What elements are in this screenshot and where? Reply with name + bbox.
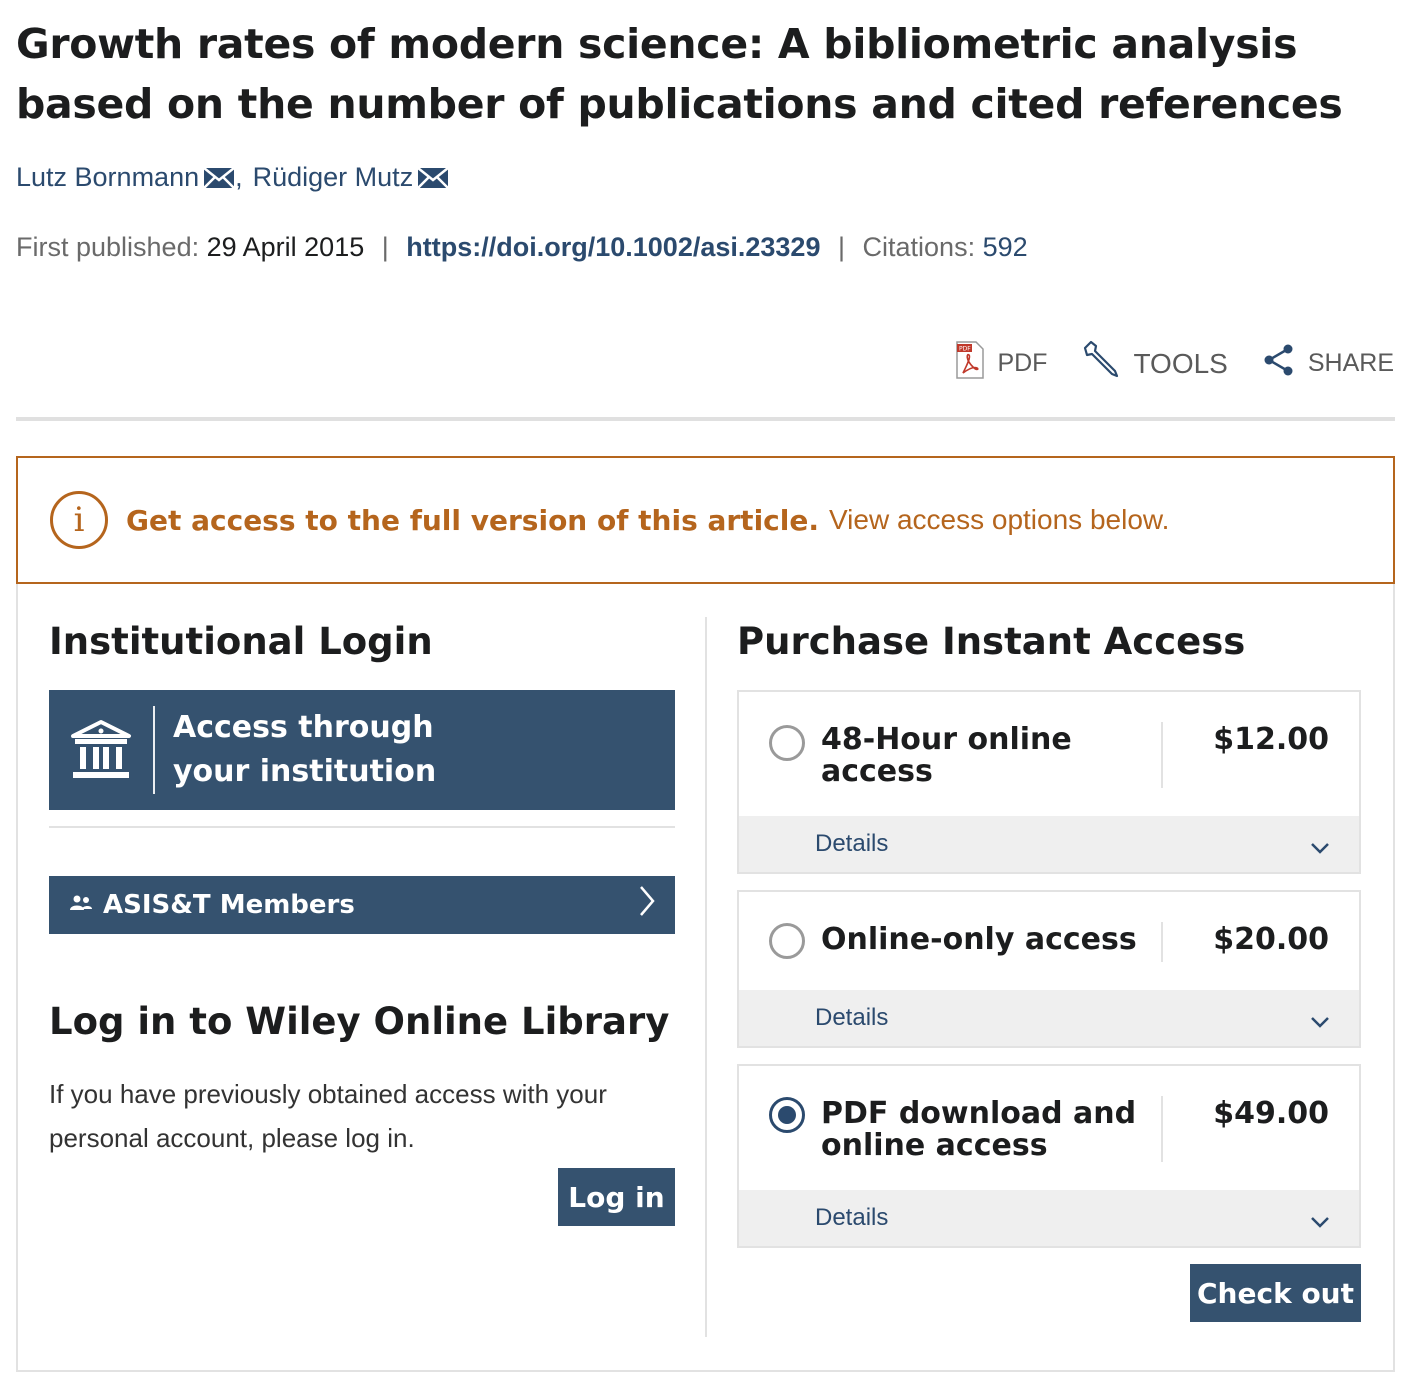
author-separator: , [235, 162, 243, 192]
pdf-label: PDF [997, 349, 1048, 377]
author-link[interactable]: Rüdiger Mutz [253, 162, 414, 193]
share-button[interactable]: SHARE [1262, 343, 1394, 384]
purchase-option[interactable]: 48-Hour online access $12.00 Details [737, 690, 1361, 874]
option-divider [1161, 722, 1163, 788]
share-icon [1262, 343, 1308, 384]
meta-separator: | [837, 232, 845, 262]
bank-icon [49, 690, 153, 810]
citations-count[interactable]: 592 [983, 232, 1028, 262]
asist-members-button[interactable]: ASIS&T Members [49, 876, 675, 934]
alert-light-text: View access options below. [829, 504, 1170, 535]
option-divider [1161, 1096, 1163, 1162]
wrench-icon [1081, 340, 1133, 387]
chevron-down-icon [1309, 834, 1331, 862]
left-divider [49, 826, 675, 828]
asist-members-label: ASIS&T Members [103, 890, 355, 920]
author-list: Lutz Bornmann , Rüdiger Mutz [16, 162, 450, 193]
option-radio[interactable] [769, 725, 805, 761]
author-link[interactable]: Lutz Bornmann [16, 162, 199, 193]
people-icon [69, 890, 93, 920]
option-name: Online-only access [821, 922, 1137, 957]
option-price: $20.00 [1213, 922, 1329, 957]
first-published-date: 29 April 2015 [206, 232, 365, 262]
tools-button[interactable]: TOOLS [1081, 340, 1228, 387]
info-icon: i [50, 491, 108, 549]
pdf-icon: PDF [955, 341, 997, 386]
share-label: SHARE [1307, 349, 1394, 377]
wiley-login-heading: Log in to Wiley Online Library [49, 1000, 670, 1043]
option-name: 48-Hour online access [821, 722, 1072, 789]
option-divider [1161, 922, 1163, 962]
access-through-institution-button[interactable]: Access through your institution [49, 690, 675, 810]
option-name: PDF download and online access [821, 1096, 1137, 1163]
option-price: $49.00 [1213, 1096, 1329, 1131]
access-alert: i Get access to the full version of this… [16, 456, 1395, 584]
purchase-option[interactable]: PDF download and online access $49.00 De… [737, 1064, 1361, 1248]
option-price: $12.00 [1213, 722, 1329, 757]
access-institution-label: Access through your institution [173, 710, 437, 789]
details-label: Details [815, 1204, 889, 1231]
publication-meta: First published: 29 April 2015 | https:/… [16, 232, 1028, 263]
institutional-login-heading: Institutional Login [49, 620, 433, 663]
meta-separator: | [381, 232, 389, 262]
article-title: Growth rates of modern science: A biblio… [16, 20, 1343, 128]
details-label: Details [815, 1004, 889, 1031]
panel-divider [705, 617, 707, 1337]
chevron-down-icon [1309, 1208, 1331, 1236]
button-divider [153, 706, 155, 794]
pdf-button[interactable]: PDF PDF [955, 341, 1047, 386]
tools-label: TOOLS [1133, 347, 1228, 379]
check-out-button[interactable]: Check out [1190, 1264, 1361, 1322]
alert-strong-text: Get access to the full version of this a… [126, 503, 819, 537]
details-label: Details [815, 830, 889, 857]
mail-icon[interactable] [203, 166, 235, 190]
svg-text:PDF: PDF [959, 346, 971, 353]
chevron-down-icon [1309, 1008, 1331, 1036]
article-toolbar: PDF PDF TOOLS SHARE [921, 340, 1394, 387]
option-radio[interactable] [769, 923, 805, 959]
mail-icon[interactable] [417, 166, 450, 190]
log-in-button[interactable]: Log in [558, 1168, 675, 1226]
option-details-toggle[interactable]: Details [739, 816, 1359, 872]
citations-label: Citations: [862, 232, 976, 262]
chevron-right-icon [637, 884, 657, 925]
option-radio-selected[interactable] [769, 1097, 805, 1133]
wiley-login-text: If you have previously obtained access w… [49, 1079, 607, 1153]
doi-link[interactable]: https://doi.org/10.1002/asi.23329 [406, 232, 820, 262]
option-details-toggle[interactable]: Details [739, 1190, 1359, 1246]
first-published-label: First published: [16, 232, 200, 262]
option-details-toggle[interactable]: Details [739, 990, 1359, 1046]
purchase-heading: Purchase Instant Access [737, 620, 1246, 663]
purchase-option[interactable]: Online-only access $20.00 Details [737, 890, 1361, 1048]
header-divider [16, 417, 1395, 421]
